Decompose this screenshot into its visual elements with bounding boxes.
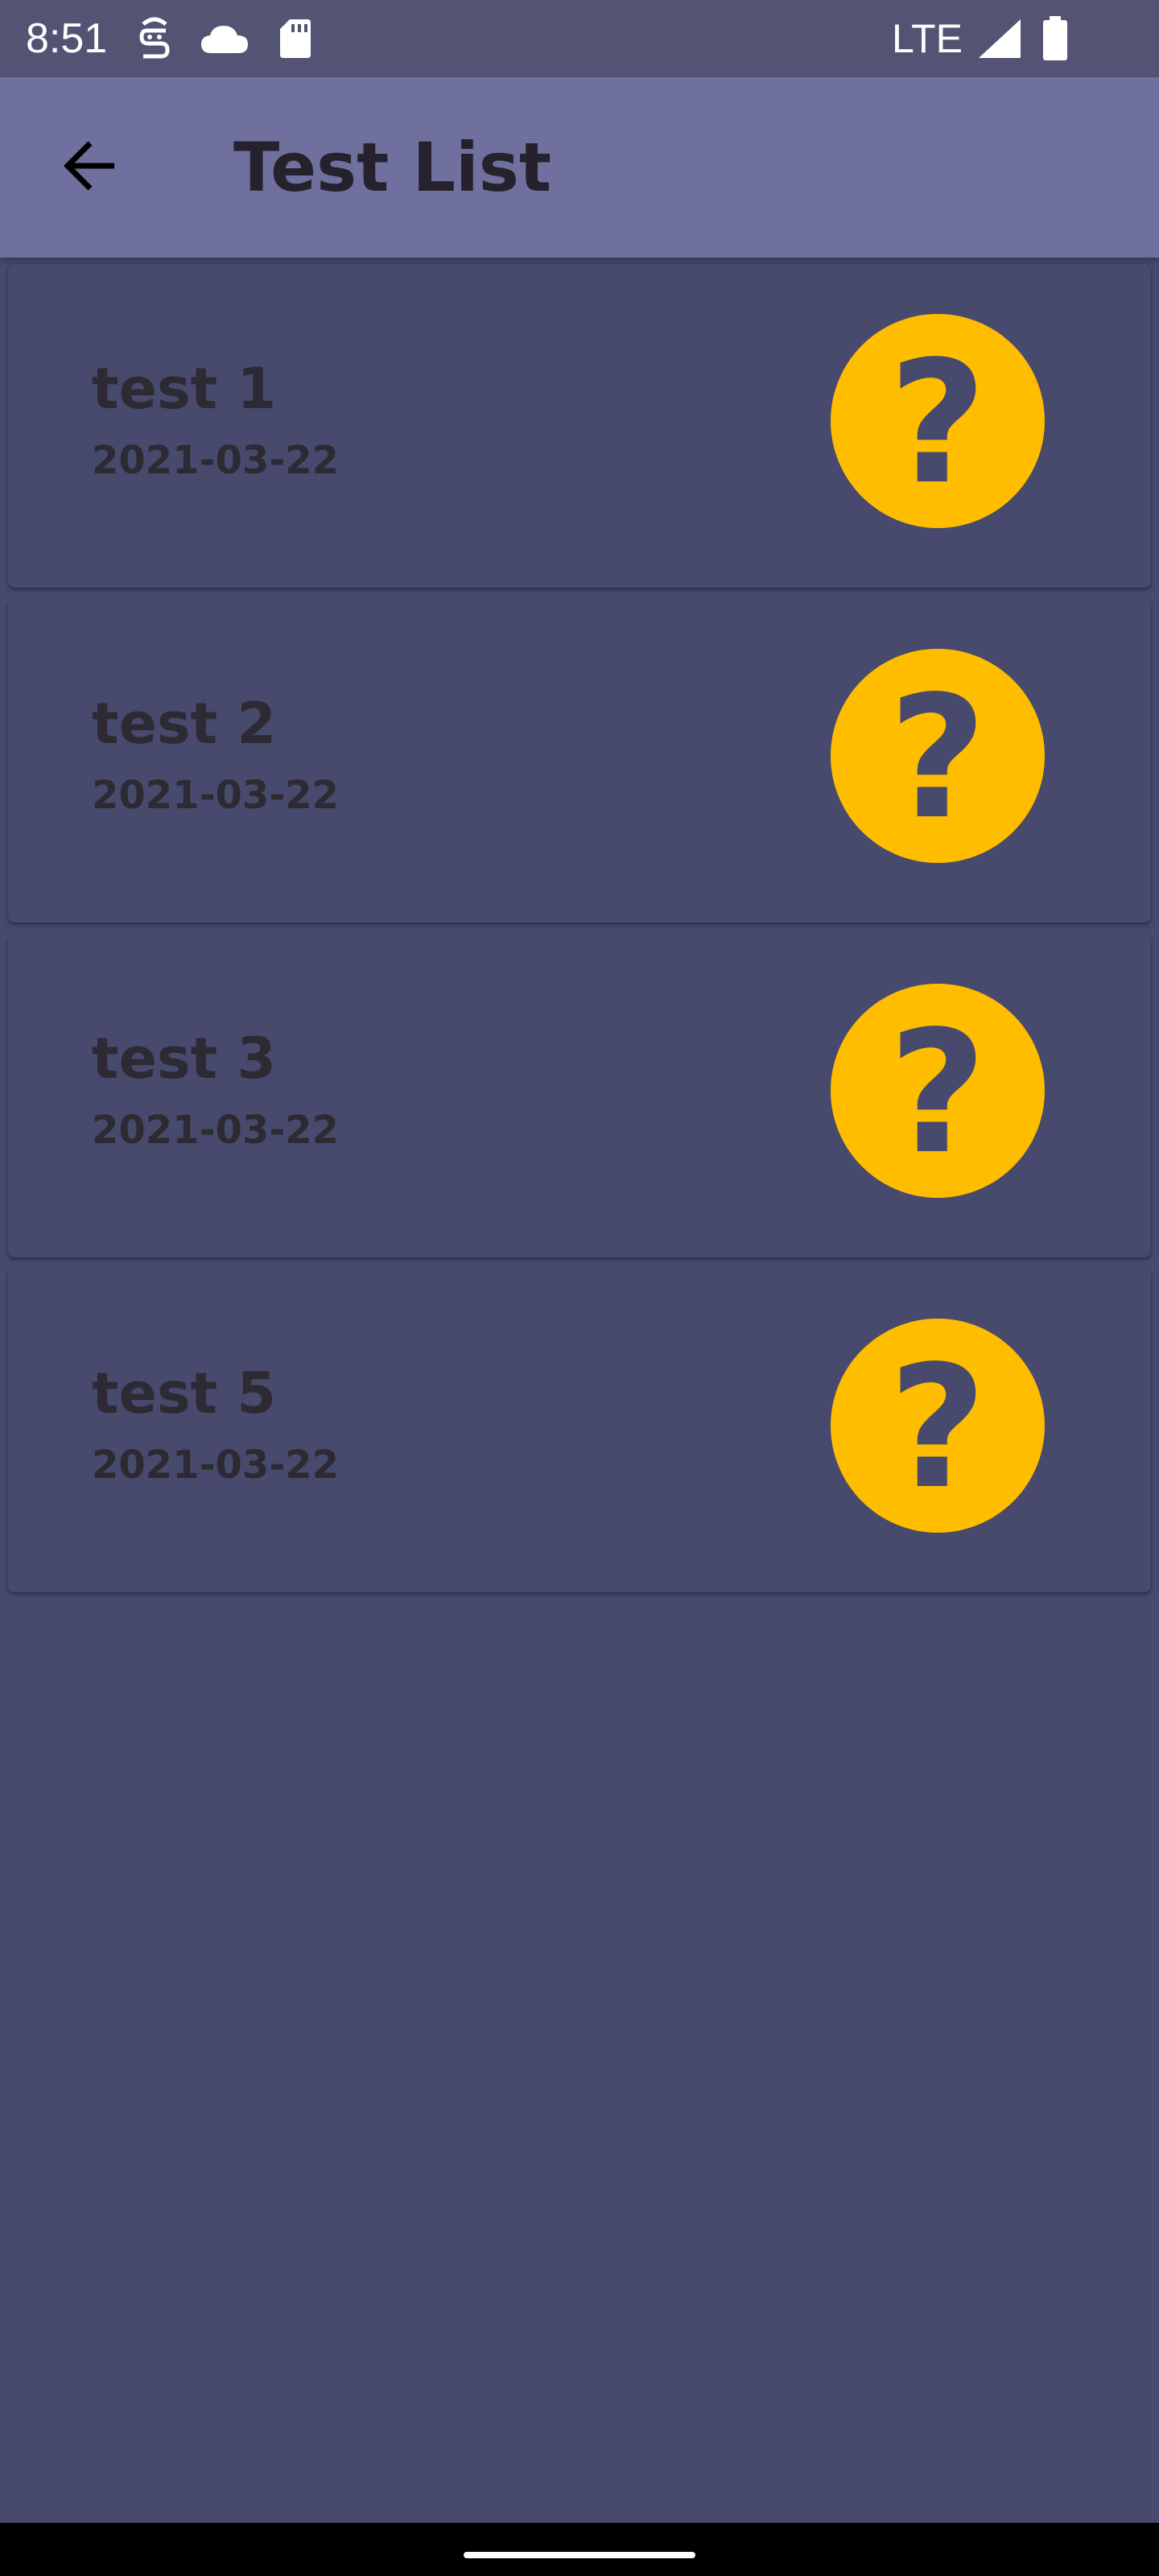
test-date: 2021-03-22 (92, 1443, 340, 1488)
question-mark-icon: ? (889, 1329, 987, 1526)
navigation-bar (0, 2523, 1159, 2576)
status-badge: ? (831, 1319, 1045, 1533)
signal-icon (977, 18, 1022, 63)
question-mark-icon: ? (889, 994, 987, 1191)
test-date: 2021-03-22 (92, 773, 340, 818)
question-mark-icon: ? (889, 324, 987, 522)
status-badge: ? (831, 984, 1045, 1198)
status-bar: 8:51 LTE (0, 0, 1159, 77)
cloud-icon (200, 23, 250, 58)
app-bar: Test List (0, 77, 1159, 258)
test-card[interactable]: test 1 2021-03-22 ? (8, 264, 1151, 588)
battery-icon (1041, 16, 1069, 64)
sd-card-icon (278, 18, 312, 63)
back-button[interactable] (45, 122, 135, 213)
status-badge: ? (831, 314, 1045, 528)
gesture-handle[interactable] (464, 2552, 695, 2558)
network-type: LTE (892, 16, 963, 61)
test-name: test 2 (92, 691, 277, 757)
assistant-icon (135, 16, 174, 64)
test-name: test 3 (92, 1026, 277, 1092)
test-name: test 5 (92, 1360, 277, 1426)
test-date: 2021-03-22 (92, 438, 340, 483)
test-card[interactable]: test 2 2021-03-22 ? (8, 599, 1151, 923)
test-card[interactable]: test 3 2021-03-22 ? (8, 934, 1151, 1257)
test-list: test 1 2021-03-22 ? test 2 2021-03-22 ? … (0, 259, 1159, 1604)
arrow-back-icon (61, 137, 119, 198)
test-date: 2021-03-22 (92, 1108, 340, 1153)
test-name: test 1 (92, 356, 277, 422)
test-card[interactable]: test 5 2021-03-22 ? (8, 1269, 1151, 1592)
status-time: 8:51 (26, 15, 108, 62)
question-mark-icon: ? (889, 659, 987, 857)
status-badge: ? (831, 649, 1045, 863)
page-title: Test List (233, 128, 551, 207)
